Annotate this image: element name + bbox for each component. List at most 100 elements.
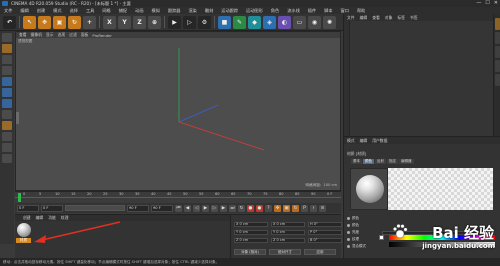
key-selection-icon[interactable]: ? xyxy=(265,204,272,212)
deformer-icon[interactable]: ◐ xyxy=(278,15,291,29)
object-menu-item[interactable]: 书签 xyxy=(410,15,418,21)
render-view-icon[interactable]: ▶ xyxy=(168,15,181,29)
animate-dot-icon[interactable] xyxy=(347,238,350,241)
menu-item[interactable]: 窗口 xyxy=(337,8,353,14)
rotation-h-field[interactable]: H 0° xyxy=(308,221,342,227)
light-icon[interactable]: ✺ xyxy=(323,15,336,29)
workplane-lock-icon[interactable] xyxy=(2,132,12,141)
menu-item[interactable]: 编辑 xyxy=(16,8,32,14)
texture-mode-icon[interactable] xyxy=(2,55,12,64)
select-tool-icon[interactable]: ↖ xyxy=(23,15,36,29)
menu-item[interactable]: 运动跟踪 xyxy=(217,8,242,14)
attribute-tab-reflectance[interactable]: 反射 xyxy=(375,159,386,164)
scale-tool-icon[interactable]: ▣ xyxy=(53,15,66,29)
next-frame-icon[interactable]: ▷ xyxy=(211,204,218,212)
attribute-menu-item[interactable]: 模式 xyxy=(347,138,355,144)
end-frame-field[interactable]: 90 F xyxy=(127,204,149,212)
timeline[interactable]: 0 5 10 15 20 25 30 35 40 45 50 55 60 65 … xyxy=(15,191,341,203)
camera-icon[interactable]: ◉ xyxy=(308,15,321,29)
cube-object-icon[interactable]: ■ xyxy=(218,15,231,29)
scale-key-icon[interactable]: ▣ xyxy=(283,204,290,212)
point-level-key-icon[interactable]: ⁞ xyxy=(310,204,317,212)
coordinate-system-icon[interactable]: ⊕ xyxy=(148,15,161,29)
attribute-tab-color[interactable]: 颜色 xyxy=(363,159,374,164)
attribute-tab-editor[interactable]: 编辑器 xyxy=(399,159,414,164)
side-tab-structure[interactable] xyxy=(495,60,500,72)
menu-item[interactable]: 雕刻 xyxy=(201,8,217,14)
workplane-icon[interactable] xyxy=(2,66,12,75)
model-mode-icon[interactable] xyxy=(2,44,12,53)
menu-item[interactable]: 网格 xyxy=(98,8,114,14)
side-tab-objects[interactable] xyxy=(495,18,500,30)
animate-dot-icon[interactable] xyxy=(347,245,350,248)
rotation-b-field[interactable]: B 0° xyxy=(308,237,342,243)
rotate-tool-icon[interactable]: ↻ xyxy=(68,15,81,29)
spline-pen-icon[interactable]: ✎ xyxy=(233,15,246,29)
minimize-button[interactable]: — xyxy=(476,0,481,6)
undo-icon[interactable]: ↶ xyxy=(3,15,16,29)
previous-frame-icon[interactable]: ◁ xyxy=(193,204,200,212)
perspective-viewport[interactable]: 查看 摄像机 显示 选项 过滤 面板 ProRender 透视视图 网格间距：1… xyxy=(15,31,341,191)
menu-item[interactable]: 角色 xyxy=(267,8,283,14)
attribute-tab-basic[interactable]: 基本 xyxy=(351,159,362,164)
parameter-key-icon[interactable]: P xyxy=(301,204,308,212)
menu-item[interactable]: 模式 xyxy=(49,8,65,14)
side-tab-layers[interactable] xyxy=(495,74,500,86)
position-key-icon[interactable]: ✥ xyxy=(274,204,281,212)
attribute-menu-item[interactable]: 用户数据 xyxy=(372,138,387,144)
points-mode-icon[interactable] xyxy=(2,77,12,86)
menu-item[interactable]: 动画 xyxy=(131,8,147,14)
menu-item[interactable]: 渲染 xyxy=(184,8,200,14)
polygons-mode-icon[interactable] xyxy=(2,99,12,108)
previous-key-icon[interactable]: ◀ xyxy=(184,204,191,212)
menu-item[interactable]: 插件 xyxy=(304,8,320,14)
object-menu-item[interactable]: 文件 xyxy=(347,15,355,21)
coordinate-mode-dropdown[interactable]: 对象 (相对) xyxy=(234,249,266,255)
loop-icon[interactable]: ↻ xyxy=(238,204,245,212)
edges-mode-icon[interactable] xyxy=(2,88,12,97)
x-axis-lock-button[interactable]: X xyxy=(103,15,116,29)
object-menu-item[interactable]: 标签 xyxy=(397,15,405,21)
menu-item[interactable]: 模拟 xyxy=(148,8,164,14)
snap-icon[interactable] xyxy=(2,121,12,130)
menu-item[interactable]: 跟踪器 xyxy=(164,8,185,14)
menu-item[interactable]: 文件 xyxy=(0,8,16,14)
scene-floor-icon[interactable]: ▭ xyxy=(293,15,306,29)
y-axis-lock-button[interactable]: Y xyxy=(118,15,131,29)
play-icon[interactable]: ▶ xyxy=(202,204,209,212)
menu-item[interactable]: 脚本 xyxy=(320,8,336,14)
size-y-field[interactable]: Y 0 cm xyxy=(271,229,305,235)
rotation-p-field[interactable]: P 0° xyxy=(308,229,342,235)
go-to-start-icon[interactable]: ⏮ xyxy=(175,204,182,212)
z-axis-lock-button[interactable]: Z xyxy=(133,15,146,29)
axis-mode-icon[interactable] xyxy=(2,110,12,119)
menu-item[interactable]: 运动图形 xyxy=(242,8,267,14)
make-editable-icon[interactable] xyxy=(2,33,12,42)
size-mode-dropdown[interactable]: 绝对尺寸 xyxy=(269,249,301,255)
go-to-end-icon[interactable]: ⏭ xyxy=(229,204,236,212)
position-y-field[interactable]: Y 0 cm xyxy=(234,229,268,235)
apply-button[interactable]: 应用 xyxy=(304,249,336,255)
timeline-menu-icon[interactable]: ≡ xyxy=(319,204,326,212)
position-x-field[interactable]: X 0 cm xyxy=(234,221,268,227)
material-ball-thumbnail[interactable] xyxy=(17,223,31,237)
attribute-tab-assign[interactable]: 指定 xyxy=(387,159,398,164)
tweak-mode-icon[interactable] xyxy=(2,154,12,163)
viewport-menu-item[interactable]: ProRender xyxy=(92,33,112,38)
menu-item[interactable]: 工具 xyxy=(82,8,98,14)
close-button[interactable]: ✕ xyxy=(494,0,498,6)
subdivision-surface-icon[interactable]: ◆ xyxy=(248,15,261,29)
menu-item[interactable]: 选择 xyxy=(66,8,82,14)
object-menu-item[interactable]: 对象 xyxy=(385,15,393,21)
menu-item[interactable]: 帮助 xyxy=(353,8,369,14)
material-name-label[interactable]: 材质 xyxy=(16,238,31,243)
material-preview[interactable] xyxy=(350,168,388,210)
recent-tool-icon[interactable]: + xyxy=(83,15,96,29)
object-menu-item[interactable]: 查看 xyxy=(372,15,380,21)
size-z-field[interactable]: Z 0 cm xyxy=(271,237,305,243)
maximize-button[interactable]: ☐ xyxy=(485,0,489,6)
move-tool-icon[interactable]: ✥ xyxy=(38,15,51,29)
size-x-field[interactable]: X 0 cm xyxy=(271,221,305,227)
max-frame-field[interactable]: 90 F xyxy=(151,204,173,212)
attribute-menu-item[interactable]: 编辑 xyxy=(360,138,368,144)
